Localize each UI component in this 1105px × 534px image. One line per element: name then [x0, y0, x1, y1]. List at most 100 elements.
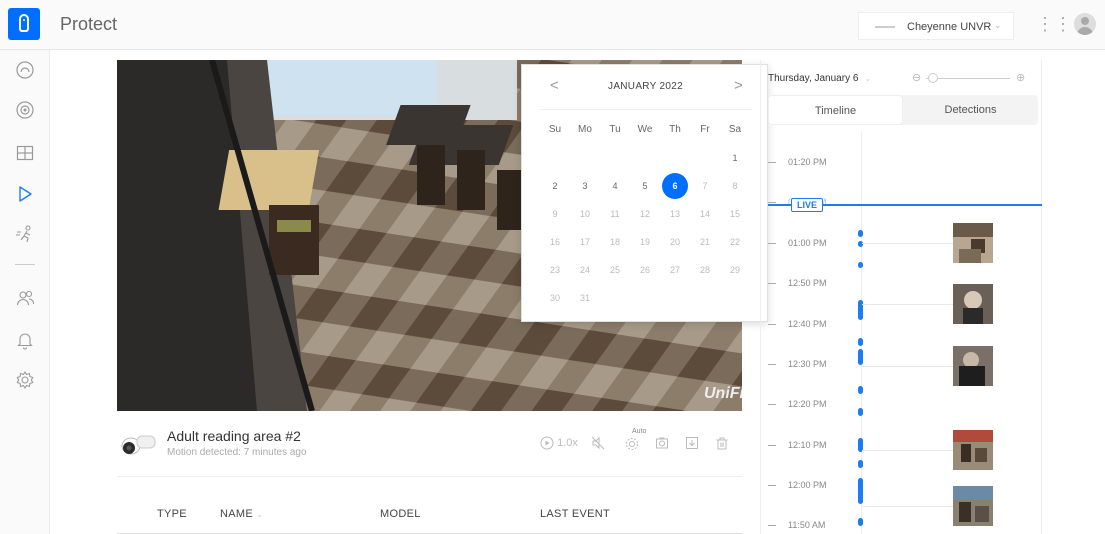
event-connector — [862, 366, 953, 367]
calendar-day[interactable]: 17 — [572, 229, 598, 255]
calendar-day[interactable]: 3 — [572, 173, 598, 199]
event-marker[interactable] — [858, 262, 863, 268]
timeline-tick — [768, 445, 776, 446]
weekday-label: Mo — [578, 124, 592, 135]
calendar-day[interactable]: 23 — [542, 257, 568, 283]
event-marker[interactable] — [858, 408, 863, 416]
calendar-day[interactable]: 25 — [602, 257, 628, 283]
calendar-day[interactable]: 9 — [542, 201, 568, 227]
event-marker[interactable] — [858, 230, 863, 237]
mute-icon[interactable] — [588, 432, 608, 454]
calendar-day[interactable]: 16 — [542, 229, 568, 255]
event-thumbnail[interactable] — [953, 346, 993, 386]
calendar-day[interactable]: 7 — [692, 173, 718, 199]
calendar-day[interactable]: 29 — [722, 257, 748, 283]
calendar-day[interactable]: 10 — [572, 201, 598, 227]
timeline-panel — [760, 60, 1042, 534]
quality-auto-button[interactable]: Auto — [620, 428, 646, 454]
weekday-label: We — [637, 124, 653, 135]
event-thumbnail[interactable] — [953, 486, 993, 526]
timelapse-icon[interactable] — [13, 182, 37, 206]
apps-grid-icon[interactable]: ⋮⋮ — [1036, 14, 1072, 34]
console-selector[interactable]: Cheyenne UNVR ⌄ — [858, 12, 1014, 40]
event-marker[interactable] — [858, 386, 863, 394]
calendar-day[interactable]: 5 — [632, 173, 658, 199]
sidebar — [0, 50, 50, 534]
column-header-model[interactable]: MODEL — [380, 508, 421, 520]
liveview-icon[interactable] — [13, 141, 37, 165]
tab-timeline[interactable]: Timeline — [768, 95, 903, 125]
date-picker-popup: < JANUARY 2022 > Su Mo Tu We Th Fr Sa 1 2 3 4 5 6 7 8 9… — [521, 64, 768, 322]
playback-speed-button[interactable]: 1.0x — [538, 432, 580, 454]
calendar-day[interactable]: 15 — [722, 201, 748, 227]
event-thumbnail[interactable] — [953, 284, 993, 324]
calendar-day[interactable]: 22 — [722, 229, 748, 255]
zoom-in-icon[interactable]: ⊕ — [1016, 71, 1025, 84]
timeline-date: Thursday, January 6 — [768, 73, 859, 84]
column-header-name[interactable]: NAME ⌄ — [220, 508, 263, 520]
timeline-tick — [768, 485, 776, 486]
timeline-time-label: 12:20 PM — [788, 399, 827, 409]
calendar-day[interactable]: 14 — [692, 201, 718, 227]
calendar-day[interactable]: 26 — [632, 257, 658, 283]
weekday-label: Th — [669, 124, 681, 135]
settings-icon[interactable] — [13, 368, 37, 392]
timeline-date-selector[interactable]: Thursday, January 6 ⌄ — [768, 73, 871, 84]
column-header-type[interactable]: TYPE — [157, 508, 187, 520]
calendar-day[interactable]: 1 — [722, 145, 748, 171]
calendar-day[interactable]: 31 — [572, 285, 598, 311]
event-marker[interactable] — [858, 241, 863, 247]
event-marker[interactable] — [858, 478, 863, 504]
protect-logo-icon[interactable] — [8, 8, 40, 40]
calendar-day[interactable]: 30 — [542, 285, 568, 311]
calendar-day[interactable]: 28 — [692, 257, 718, 283]
calendar-day[interactable]: 20 — [662, 229, 688, 255]
dashboard-icon[interactable] — [13, 58, 37, 82]
calendar-day[interactable]: 4 — [602, 173, 628, 199]
calendar-day[interactable]: 2 — [542, 173, 568, 199]
event-marker[interactable] — [858, 338, 863, 346]
event-marker[interactable] — [858, 300, 863, 320]
sidebar-divider — [15, 264, 35, 265]
calendar-day[interactable]: 24 — [572, 257, 598, 283]
tab-detections[interactable]: Detections — [903, 95, 1038, 125]
calendar-day[interactable]: 12 — [632, 201, 658, 227]
event-connector — [862, 243, 953, 244]
zoom-slider-handle[interactable] — [928, 73, 938, 83]
column-header-last-event[interactable]: LAST EVENT — [540, 508, 610, 520]
timeline-tick — [768, 162, 776, 163]
event-marker[interactable] — [858, 460, 863, 468]
next-month-button[interactable]: > — [734, 77, 743, 94]
delete-icon[interactable] — [712, 432, 732, 454]
zoom-slider-track[interactable] — [926, 78, 1010, 79]
zoom-out-icon[interactable]: ⊖ — [912, 71, 921, 84]
snapshot-icon[interactable] — [652, 432, 672, 454]
calendar-day[interactable]: 8 — [722, 173, 748, 199]
live-badge[interactable]: LIVE — [791, 198, 824, 212]
event-marker[interactable] — [858, 349, 863, 365]
download-icon[interactable] — [682, 432, 702, 454]
alerts-icon[interactable] — [13, 328, 37, 352]
unifi-watermark: UniFi — [704, 385, 742, 402]
chevron-down-icon: ⌄ — [864, 74, 872, 83]
auto-label: Auto — [632, 428, 647, 435]
timeline-tick — [768, 243, 776, 244]
weekday-label: Sa — [728, 124, 742, 135]
weekday-label: Tu — [609, 124, 621, 135]
devices-icon[interactable] — [13, 98, 37, 122]
event-marker[interactable] — [858, 518, 863, 526]
event-thumbnail[interactable] — [953, 430, 993, 470]
users-icon[interactable] — [13, 286, 37, 310]
detections-icon[interactable] — [13, 222, 37, 246]
calendar-month-label: JANUARY 2022 — [608, 81, 683, 92]
calendar-day[interactable]: 19 — [632, 229, 658, 255]
calendar-day[interactable]: 11 — [602, 201, 628, 227]
camera-status-text: Motion detected: 7 minutes ago — [167, 447, 307, 458]
calendar-day[interactable]: 18 — [602, 229, 628, 255]
calendar-day[interactable]: 6 — [662, 173, 688, 199]
event-thumbnail[interactable] — [953, 223, 993, 263]
calendar-day[interactable]: 21 — [692, 229, 718, 255]
calendar-day[interactable]: 27 — [662, 257, 688, 283]
calendar-day[interactable]: 13 — [662, 201, 688, 227]
user-avatar-icon[interactable] — [1074, 13, 1096, 35]
